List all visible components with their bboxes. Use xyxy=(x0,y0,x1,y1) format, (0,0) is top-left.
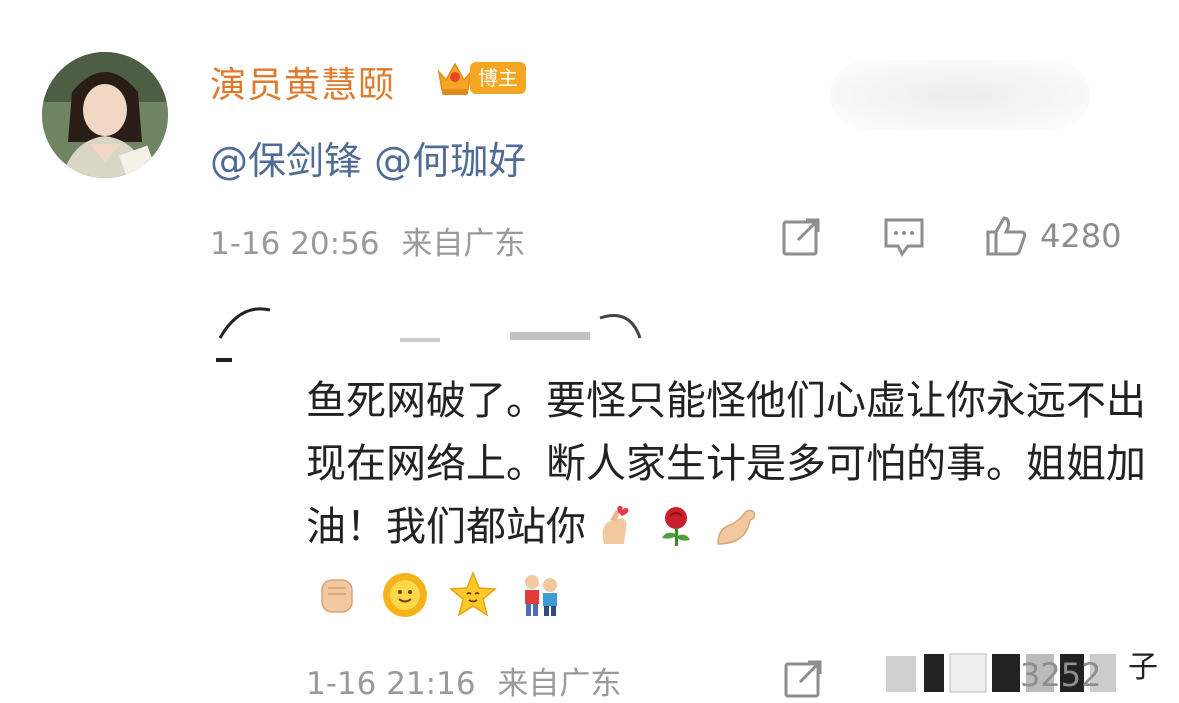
post-actions: 4280 xyxy=(780,214,1121,258)
badge-label: 博主 xyxy=(470,62,526,94)
reply-actions xyxy=(782,656,826,700)
trailing-char: 子 xyxy=(1128,650,1158,685)
post-location: 来自广东 xyxy=(401,226,526,262)
reply-meta: 1-16 21:16 来自广东 xyxy=(306,658,621,703)
post-timestamp: 1-16 20:56 xyxy=(210,226,380,262)
reply-location: 来自广东 xyxy=(497,666,622,702)
reply-timestamp: 1-16 21:16 xyxy=(306,666,476,702)
two-kids-emoji xyxy=(525,575,557,616)
like-count: 4280 xyxy=(1040,217,1122,255)
sun-face-emoji xyxy=(383,573,427,617)
share-icon[interactable] xyxy=(780,214,824,258)
blurred-region xyxy=(830,60,1090,130)
star-face-emoji xyxy=(449,570,497,617)
avatar-photo xyxy=(42,52,168,178)
raised-fist-emoji xyxy=(321,579,353,613)
reply-like-count: 3252 xyxy=(1020,656,1102,694)
rose-emoji xyxy=(662,507,690,546)
blogger-badge: 博主 xyxy=(436,58,526,98)
reply-emoji-row xyxy=(312,570,566,620)
post-meta: 1-16 20:56 来自广东 xyxy=(210,218,525,263)
flexed-biceps-emoji xyxy=(717,509,756,545)
avatar[interactable] xyxy=(42,52,168,178)
reply-footer-overlap: 3252 子 xyxy=(880,648,1158,696)
post-comment-text[interactable]: @保剑锋 @何珈好 xyxy=(210,130,526,185)
reply-text[interactable]: 鱼死网破了。要怪只能怪他们心虚让你永远不出现在网络上。断人家生计是多可怕的事。姐… xyxy=(306,370,1146,559)
post-username[interactable]: 演员黄慧颐 xyxy=(210,56,395,108)
crown-icon xyxy=(437,62,473,95)
like-icon[interactable] xyxy=(984,214,1028,258)
blurred-reply-header xyxy=(216,307,642,362)
finger-heart-emoji xyxy=(602,506,629,544)
blurred-footer xyxy=(886,653,1116,693)
share-icon[interactable] xyxy=(782,656,826,700)
comment-icon[interactable] xyxy=(882,214,926,258)
